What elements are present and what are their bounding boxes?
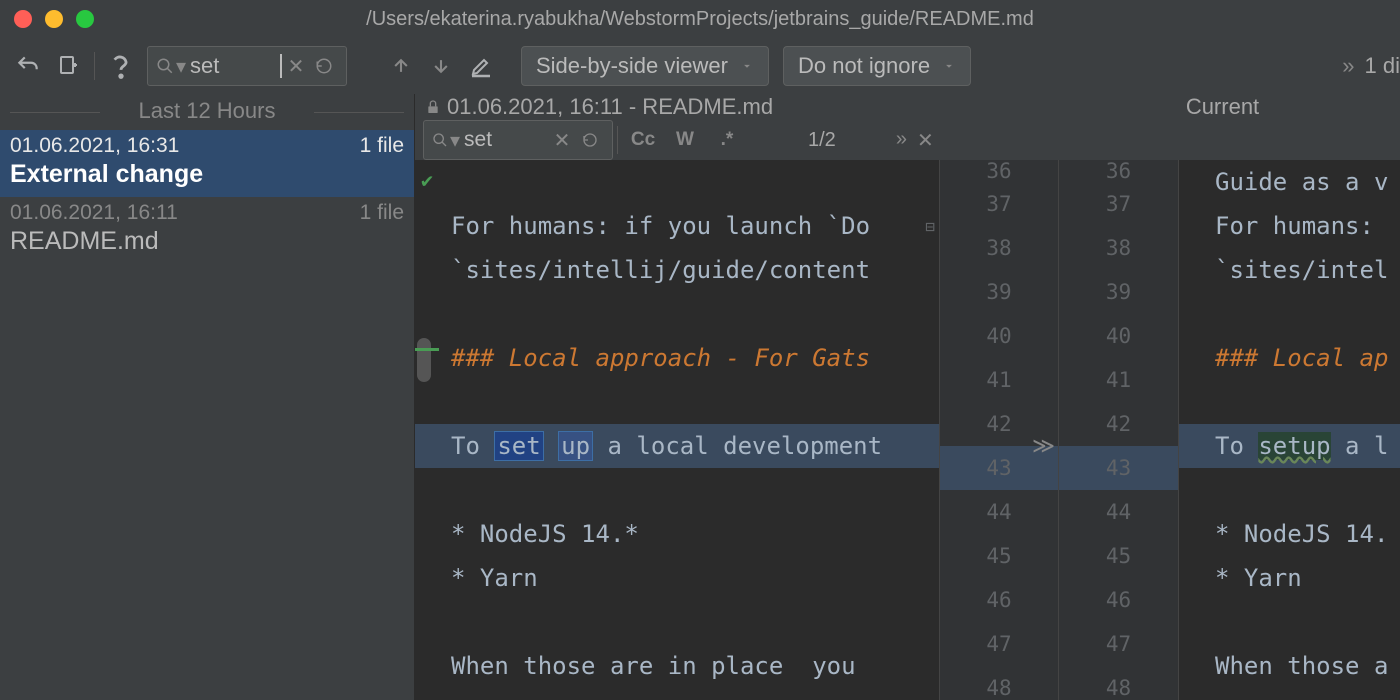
history-search-text: set xyxy=(190,53,280,79)
lock-icon xyxy=(425,98,441,116)
search-icon xyxy=(432,132,448,148)
history-search-input[interactable]: ▾ set ✕ xyxy=(147,46,347,86)
code-line: To setup a l xyxy=(1179,424,1400,468)
clear-find-icon[interactable]: ✕ xyxy=(548,128,576,153)
close-find-icon[interactable]: ✕ xyxy=(917,128,934,153)
code-line xyxy=(1179,380,1400,424)
history-timestamp: 01.06.2021, 16:31 xyxy=(10,134,179,158)
scrollbar-thumb[interactable] xyxy=(417,338,431,382)
history-label: External change xyxy=(10,160,404,189)
code-line xyxy=(415,292,939,336)
code-line xyxy=(415,380,939,424)
right-pane-title: Current xyxy=(1186,94,1259,120)
viewer-mode-select[interactable]: Side-by-side viewer xyxy=(521,46,769,86)
left-gutter: 36373839404142434445464748 xyxy=(939,160,1059,700)
find-text: set xyxy=(464,128,548,152)
help-button[interactable] xyxy=(101,46,141,86)
code-line: `sites/intellij/guide/content xyxy=(415,248,939,292)
regex-toggle[interactable]: .* xyxy=(706,122,748,158)
chevron-down-icon xyxy=(740,53,754,79)
code-line xyxy=(415,600,939,644)
main-toolbar: ▾ set ✕ Side-by-side viewer Do not ignor… xyxy=(0,38,1400,94)
viewer-mode-label: Side-by-side viewer xyxy=(536,53,728,79)
words-toggle[interactable]: W xyxy=(664,122,706,158)
code-line: `sites/intel xyxy=(1179,248,1400,292)
code-line: * Yarn xyxy=(1179,556,1400,600)
diff-header: 01.06.2021, 16:11 - README.md Current xyxy=(415,94,1400,120)
code-line: Guide as a v xyxy=(1179,160,1400,204)
next-diff-button[interactable] xyxy=(421,46,461,86)
code-line xyxy=(1179,468,1400,512)
code-line: For humans: if you launch `Do⊟ xyxy=(415,204,939,248)
apply-change-button[interactable]: ≫ xyxy=(1032,434,1055,459)
ignore-mode-label: Do not ignore xyxy=(798,53,930,79)
diff-body: ✔ For humans: if you launch `Do⊟`sites/i… xyxy=(415,160,1400,700)
right-pane[interactable]: Guide as a vFor humans: `sites/intel ###… xyxy=(1179,160,1400,700)
prev-diff-button[interactable] xyxy=(381,46,421,86)
code-line: When those a xyxy=(1179,644,1400,688)
history-section-header: Last 12 Hours xyxy=(0,94,414,130)
diff-area: 01.06.2021, 16:11 - README.md Current ▾ … xyxy=(415,94,1400,700)
create-patch-button[interactable] xyxy=(48,46,88,86)
find-toolbar: ▾ set ✕ Cc W .* 1/2 » ✕ xyxy=(415,120,1400,160)
code-line: When those are in place you xyxy=(415,644,939,688)
code-line: * Yarn xyxy=(415,556,939,600)
match-case-toggle[interactable]: Cc xyxy=(622,122,664,158)
match-count: 1/2 xyxy=(808,129,836,152)
left-pane-title: 01.06.2021, 16:11 - README.md xyxy=(447,94,773,120)
find-history-icon[interactable] xyxy=(576,132,604,148)
code-line: * NodeJS 14. xyxy=(1179,512,1400,556)
diff-summary: »1 di xyxy=(1342,53,1400,79)
history-label: README.md xyxy=(10,227,404,256)
left-pane[interactable]: ✔ For humans: if you launch `Do⊟`sites/i… xyxy=(415,160,939,700)
revert-button[interactable] xyxy=(8,46,48,86)
code-line: ### Local ap xyxy=(1179,336,1400,380)
edit-source-button[interactable] xyxy=(461,46,501,86)
maximize-window-button[interactable] xyxy=(76,10,94,28)
history-item[interactable]: 01.06.2021, 16:11 1 file README.md xyxy=(0,197,414,264)
next-occurrence-button[interactable]: » xyxy=(896,128,907,153)
change-marker xyxy=(415,348,439,351)
close-window-button[interactable] xyxy=(14,10,32,28)
chevron-down-icon xyxy=(942,53,956,79)
code-line xyxy=(415,160,939,204)
window-title: /Users/ekaterina.ryabukha/WebstormProjec… xyxy=(366,8,1034,31)
search-icon xyxy=(156,57,174,75)
code-line xyxy=(1179,292,1400,336)
code-line: * NodeJS 14.* xyxy=(415,512,939,556)
code-line xyxy=(1179,600,1400,644)
history-sidebar: Last 12 Hours 01.06.2021, 16:31 1 file E… xyxy=(0,94,415,700)
code-line xyxy=(415,468,939,512)
code-line: For humans: xyxy=(1179,204,1400,248)
find-input[interactable]: ▾ set ✕ xyxy=(423,120,613,160)
right-gutter: 36373839404142434445464748 xyxy=(1059,160,1179,700)
divider xyxy=(94,52,95,80)
traffic-lights xyxy=(14,10,94,28)
history-file-count: 1 file xyxy=(360,134,404,158)
code-line: To set up a local development xyxy=(415,424,939,468)
clear-search-icon[interactable]: ✕ xyxy=(282,54,310,79)
history-timestamp: 01.06.2021, 16:11 xyxy=(10,201,178,225)
code-line: ### Local approach - For Gats xyxy=(415,336,939,380)
search-history-icon[interactable] xyxy=(310,57,338,75)
ignore-mode-select[interactable]: Do not ignore xyxy=(783,46,971,86)
titlebar: /Users/ekaterina.ryabukha/WebstormProjec… xyxy=(0,0,1400,38)
inspection-ok-icon: ✔ xyxy=(421,168,433,192)
history-item[interactable]: 01.06.2021, 16:31 1 file External change xyxy=(0,130,414,197)
history-file-count: 1 file xyxy=(360,201,404,225)
minimize-window-button[interactable] xyxy=(45,10,63,28)
